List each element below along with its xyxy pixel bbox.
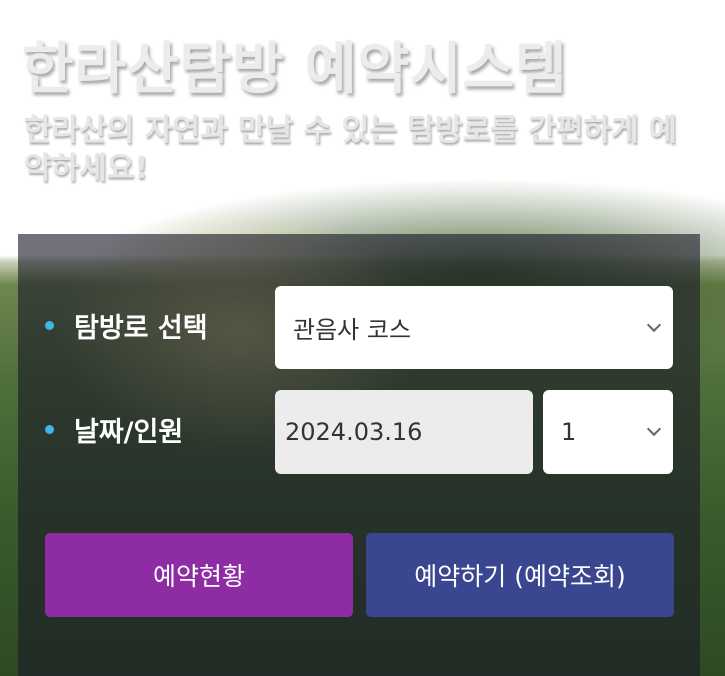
people-count-select[interactable]: 1 xyxy=(543,390,673,474)
trail-select[interactable]: 관음사 코스 xyxy=(275,286,673,369)
chevron-down-icon xyxy=(646,421,662,437)
bullet-dot-icon xyxy=(45,425,54,434)
people-count-value: 1 xyxy=(561,418,577,446)
date-label: 날짜/인원 xyxy=(74,417,184,448)
date-value: 2024.03.16 xyxy=(285,418,423,446)
date-field[interactable]: 2024.03.16 xyxy=(275,390,533,474)
page-title: 한라산탐방 예약시스템 xyxy=(22,37,568,102)
trail-select-row-label: 탐방로 선택 xyxy=(45,306,208,345)
bullet-dot-icon xyxy=(45,321,54,330)
trail-label: 탐방로 선택 xyxy=(74,313,208,344)
reservation-status-label: 예약현황 xyxy=(152,562,245,591)
reserve-label: 예약하기 (예약조회) xyxy=(414,562,626,591)
page-subtitle: 한라산의 자연과 만날 수 있는 탐방로를 간편하게 예약하세요! xyxy=(24,113,677,186)
reservation-status-button[interactable]: 예약현황 xyxy=(45,533,353,617)
date-people-row-label: 날짜/인원 xyxy=(45,410,183,449)
reserve-button[interactable]: 예약하기 (예약조회) xyxy=(366,533,674,617)
trail-select-value: 관음사 코스 xyxy=(293,316,412,344)
chevron-down-icon xyxy=(646,317,662,332)
